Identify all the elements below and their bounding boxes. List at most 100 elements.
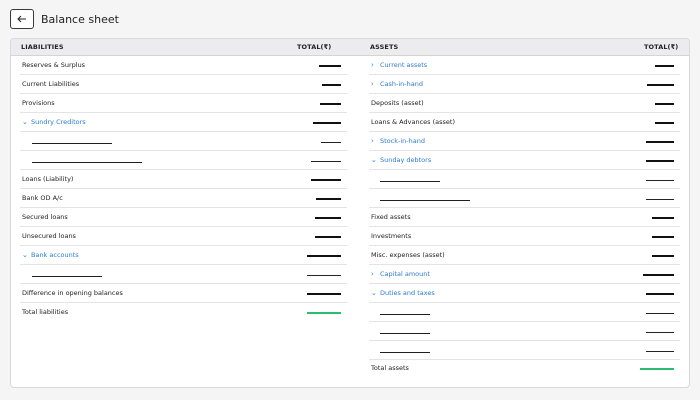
total-amount-value	[307, 312, 341, 314]
row-label: Unsecured loans	[22, 232, 76, 240]
row-opening-difference: Difference in opening balances	[20, 284, 347, 303]
amount-value	[646, 180, 674, 181]
back-button[interactable]	[10, 9, 34, 29]
row-reserves-surplus: Reserves & Surplus	[20, 56, 347, 75]
row-label: Capital amount	[380, 270, 430, 278]
amount-value	[316, 198, 341, 200]
sub-item-placeholder	[380, 314, 430, 315]
chevron-down-icon: ⌄	[22, 118, 28, 126]
amount-value	[315, 217, 341, 219]
row-label: Stock-in-hand	[380, 137, 425, 145]
row-label: Fixed assets	[371, 213, 411, 221]
amount-value	[307, 255, 341, 257]
row-sub-item	[369, 189, 680, 208]
amount-value	[319, 65, 341, 67]
row-provisions: Provisions	[20, 94, 347, 113]
sunday-debtors-toggle[interactable]: ⌄ Sunday debtors	[371, 151, 431, 170]
sub-item-placeholder	[32, 276, 102, 277]
row-duties-taxes[interactable]: ⌄ Duties and taxes	[369, 284, 680, 303]
chevron-right-icon: ›	[371, 270, 374, 278]
row-label: Bank accounts	[31, 251, 79, 259]
amount-value	[321, 142, 341, 143]
row-loans-advances: Loans & Advances (asset)	[369, 113, 680, 132]
row-label: Misc. expenses (asset)	[371, 251, 445, 259]
row-label: Current Liabilities	[22, 80, 80, 88]
row-label: Sunday debtors	[380, 156, 432, 164]
row-current-liabilities: Current Liabilities	[20, 75, 347, 94]
row-label: Loans & Advances (asset)	[371, 118, 455, 126]
row-label: Difference in opening balances	[22, 289, 123, 297]
capital-amount-toggle[interactable]: › Capital amount	[371, 265, 430, 284]
sub-item-placeholder	[32, 162, 142, 163]
amount-value	[646, 160, 674, 162]
row-label: Sundry Creditors	[31, 118, 86, 126]
current-assets-toggle[interactable]: › Current assets	[371, 56, 427, 75]
chevron-right-icon: ›	[371, 80, 374, 88]
row-label: Loans (Liability)	[22, 175, 74, 183]
page-title: Balance sheet	[41, 12, 119, 26]
row-deposits: Deposits (asset)	[369, 94, 680, 113]
row-label: Provisions	[22, 99, 55, 107]
row-label: Secured loans	[22, 213, 68, 221]
row-sub-item	[20, 265, 347, 284]
balance-sheet-table: LIABILITIES TOTAL(₹) ASSETS TOTAL(₹) Res…	[10, 38, 690, 388]
row-loans-liability: Loans (Liability)	[20, 170, 347, 189]
amount-value	[646, 351, 674, 352]
row-stock-in-hand[interactable]: › Stock-in-hand	[369, 132, 680, 151]
row-label: Deposits (asset)	[371, 99, 424, 107]
amount-value	[643, 274, 674, 276]
chevron-down-icon: ⌄	[371, 289, 377, 297]
row-investments: Investments	[369, 227, 680, 246]
row-misc-expenses: Misc. expenses (asset)	[369, 246, 680, 265]
row-sub-item	[369, 322, 680, 341]
row-capital-amount[interactable]: › Capital amount	[369, 265, 680, 284]
sundry-creditors-toggle[interactable]: ⌄ Sundry Creditors	[22, 113, 86, 132]
amount-value	[311, 179, 341, 181]
assets-total-header: TOTAL(₹)	[644, 43, 679, 51]
amount-value	[652, 255, 674, 257]
row-unsecured-loans: Unsecured loans	[20, 227, 347, 246]
row-label: Total assets	[371, 364, 409, 372]
amount-value	[307, 275, 341, 276]
amount-value	[646, 141, 674, 143]
row-label: Duties and taxes	[380, 289, 435, 297]
amount-value	[311, 161, 341, 162]
amount-value	[646, 199, 674, 200]
sub-item-placeholder	[380, 200, 470, 201]
row-total-assets: Total assets	[369, 359, 680, 378]
arrow-left-icon	[17, 15, 26, 23]
row-sunday-debtors[interactable]: ⌄ Sunday debtors	[369, 151, 680, 170]
chevron-down-icon: ⌄	[22, 251, 28, 259]
row-sub-item	[369, 170, 680, 189]
bank-accounts-toggle[interactable]: ⌄ Bank accounts	[22, 246, 79, 265]
chevron-down-icon: ⌄	[371, 156, 377, 164]
liabilities-total-header: TOTAL(₹)	[297, 43, 332, 51]
amount-value	[646, 293, 674, 295]
total-amount-value	[640, 368, 674, 370]
amount-value	[647, 84, 674, 86]
page-header: Balance sheet	[10, 9, 119, 29]
cash-in-hand-toggle[interactable]: › Cash-in-hand	[371, 75, 423, 94]
row-cash-in-hand[interactable]: › Cash-in-hand	[369, 75, 680, 94]
row-sub-item	[369, 303, 680, 322]
duties-taxes-toggle[interactable]: ⌄ Duties and taxes	[371, 284, 435, 303]
sub-item-placeholder	[380, 352, 430, 353]
amount-value	[652, 236, 674, 238]
amount-value	[646, 313, 674, 314]
amount-value	[307, 293, 341, 295]
amount-value	[322, 84, 341, 86]
row-bank-accounts[interactable]: ⌄ Bank accounts	[20, 246, 347, 265]
row-sub-item	[20, 151, 347, 170]
row-current-assets[interactable]: › Current assets	[369, 56, 680, 75]
row-label: Current assets	[380, 61, 428, 69]
sub-item-placeholder	[380, 181, 440, 182]
amount-value	[646, 332, 674, 333]
amount-value	[655, 122, 674, 124]
row-label: Investments	[371, 232, 412, 240]
stock-in-hand-toggle[interactable]: › Stock-in-hand	[371, 132, 425, 151]
row-label: Reserves & Surplus	[22, 61, 86, 69]
table-header: LIABILITIES TOTAL(₹) ASSETS TOTAL(₹)	[11, 39, 689, 56]
amount-value	[315, 236, 341, 238]
row-sub-item	[369, 341, 680, 360]
row-sundry-creditors[interactable]: ⌄ Sundry Creditors	[20, 113, 347, 132]
